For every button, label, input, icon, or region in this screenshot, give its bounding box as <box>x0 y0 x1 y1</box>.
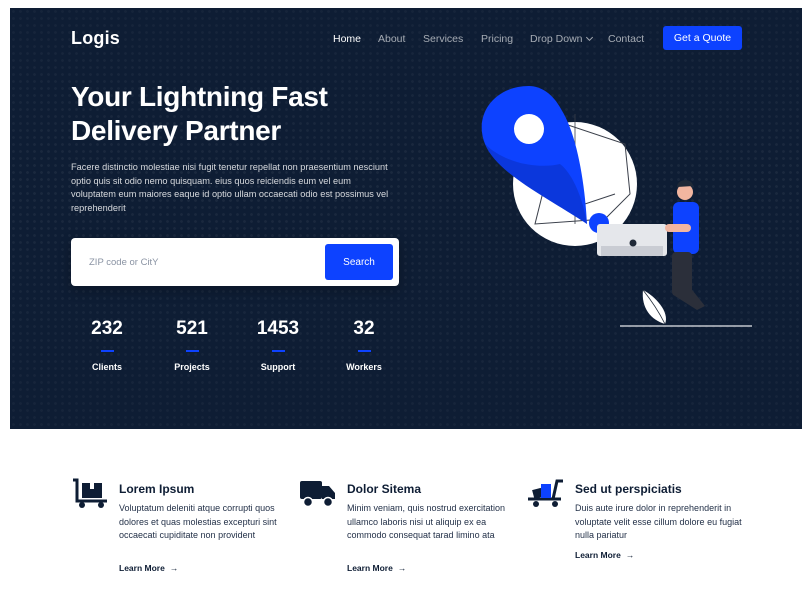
chevron-down-icon <box>585 33 593 42</box>
stat-value: 32 <box>353 318 375 339</box>
stat-clients: 232 Clients <box>72 318 142 372</box>
truck-icon <box>300 481 335 508</box>
nav-contact[interactable]: Contact <box>608 33 644 45</box>
arrow-right-icon: → <box>397 563 407 573</box>
nav-pricing[interactable]: Pricing <box>481 33 513 45</box>
hero-description: Facere distinctio molestiae nisi fugit t… <box>71 162 389 213</box>
stat-projects: 521 Projects <box>157 318 227 372</box>
page: Logis Home About Services Pricing Drop D… <box>10 8 802 605</box>
stat-label: Support <box>260 362 296 372</box>
features-section: Lorem Ipsum Voluptatum deleniti atque co… <box>10 429 802 605</box>
stat-label: Workers <box>346 362 382 372</box>
arrow-right-icon: → <box>625 550 635 560</box>
stat-value: 521 <box>176 318 208 339</box>
learn-more-label: Learn More <box>575 550 621 560</box>
learn-more-link[interactable]: Learn More → <box>575 550 634 560</box>
stat-divider <box>271 350 285 352</box>
learn-more-link[interactable]: Learn More → <box>119 563 178 573</box>
stat-divider <box>185 350 199 352</box>
dolly-icon <box>528 479 563 507</box>
stat-workers: 32 Workers <box>329 318 399 372</box>
feature-text: Minim veniam, quis nostrud exercitation … <box>347 503 506 540</box>
delivery-illustration <box>481 86 752 327</box>
stat-value: 232 <box>91 318 123 339</box>
feature-text: Voluptatum deleniti atque corrupti quos … <box>119 503 277 540</box>
site-logo[interactable]: Logis <box>71 28 120 49</box>
feature-title: Lorem Ipsum <box>119 482 195 496</box>
stat-support: 1453 Support <box>243 318 313 372</box>
nav-drop-down-label: Drop Down <box>530 33 583 45</box>
stat-divider <box>100 350 114 352</box>
learn-more-link[interactable]: Learn More → <box>347 563 406 573</box>
nav-drop-down[interactable]: Drop Down <box>530 33 593 45</box>
hand-truck-icon <box>73 478 107 508</box>
stat-value: 1453 <box>256 318 300 339</box>
stat-divider <box>357 350 371 352</box>
zip-search-input[interactable] <box>81 246 321 278</box>
feature-text: Duis aute irure dolor in reprehenderit i… <box>575 503 742 540</box>
hero-section: Logis Home About Services Pricing Drop D… <box>10 8 802 429</box>
learn-more-label: Learn More <box>347 563 393 573</box>
feature-title: Sed ut perspiciatis <box>575 482 682 496</box>
feature-title: Dolor Sitema <box>347 482 422 496</box>
get-quote-button[interactable]: Get a Quote <box>663 26 742 50</box>
stat-label: Projects <box>174 362 210 372</box>
nav-home[interactable]: Home <box>333 33 361 45</box>
search-button[interactable]: Search <box>325 244 393 280</box>
arrow-right-icon: → <box>169 563 179 573</box>
search-form: Search <box>71 238 399 286</box>
nav-services[interactable]: Services <box>423 33 463 45</box>
stat-label: Clients <box>91 362 122 372</box>
learn-more-label: Learn More <box>119 563 165 573</box>
hero-title: Your Lightning Fast Delivery Partner <box>71 81 328 146</box>
nav-about[interactable]: About <box>378 33 405 45</box>
